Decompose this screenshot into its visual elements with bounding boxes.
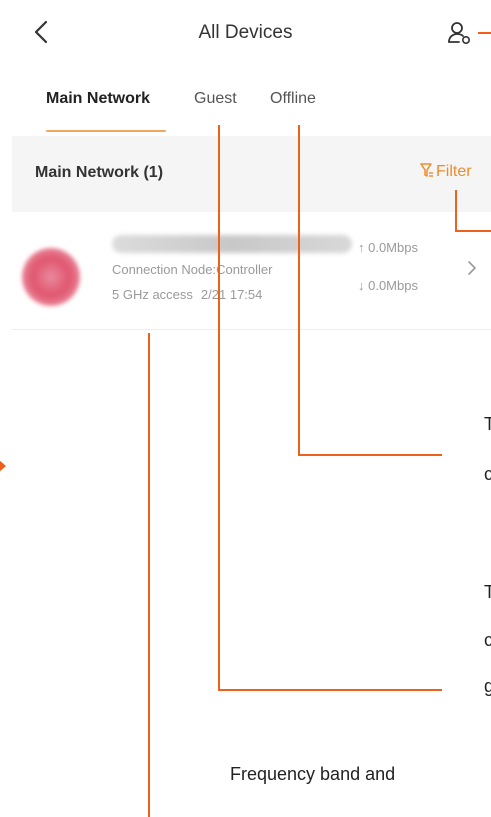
annotation-line-filter-h xyxy=(455,230,491,232)
active-tab-indicator xyxy=(46,130,166,132)
annotation-guest-text-2: c xyxy=(484,630,491,650)
annotation-offline-text-2: c xyxy=(484,464,491,484)
annotation-line-filter-v xyxy=(455,190,457,232)
filter-button[interactable]: Filter xyxy=(420,163,472,181)
all-devices-screen: All Devices Main Network Guest Offline M… xyxy=(0,0,491,817)
annotation-line-offline-h xyxy=(298,454,442,456)
annotation-line-guest-h xyxy=(218,689,442,691)
chevron-right-icon[interactable] xyxy=(466,258,478,278)
page-title: All Devices xyxy=(198,22,293,43)
annotation-line-band xyxy=(148,333,150,817)
download-speed: ↓ 0.0Mbps xyxy=(358,278,418,293)
annotation-line-user xyxy=(478,32,491,34)
tab-main-network[interactable]: Main Network xyxy=(46,90,150,108)
device-name-blurred xyxy=(112,235,352,253)
annotation-offline-text: T xyxy=(484,414,491,434)
band-text: 5 GHz access xyxy=(112,287,193,302)
tab-offline[interactable]: Offline xyxy=(270,90,316,108)
annotation-guest-text-3: g xyxy=(484,676,491,696)
filter-icon xyxy=(420,163,433,177)
tab-guest[interactable]: Guest xyxy=(194,90,237,108)
device-avatar xyxy=(22,248,80,306)
filter-label: Filter xyxy=(436,163,472,180)
upload-speed: ↑ 0.0Mbps xyxy=(358,240,418,255)
annotation-line-guest-v xyxy=(218,125,220,691)
annotation-line-offline-v xyxy=(298,125,300,456)
access-time: 2/21 17:54 xyxy=(200,287,263,302)
user-settings-icon[interactable] xyxy=(446,18,476,48)
arrow-right-icon xyxy=(0,460,6,472)
connection-node-text: Connection Node:Controller xyxy=(112,262,273,277)
annotation-guest-text: T xyxy=(484,582,491,602)
access-info: 5 GHz access 2/21 17:54 xyxy=(112,287,262,302)
annotation-band-text: Frequency band and xyxy=(230,764,396,784)
section-title: Main Network (1) xyxy=(35,164,164,181)
